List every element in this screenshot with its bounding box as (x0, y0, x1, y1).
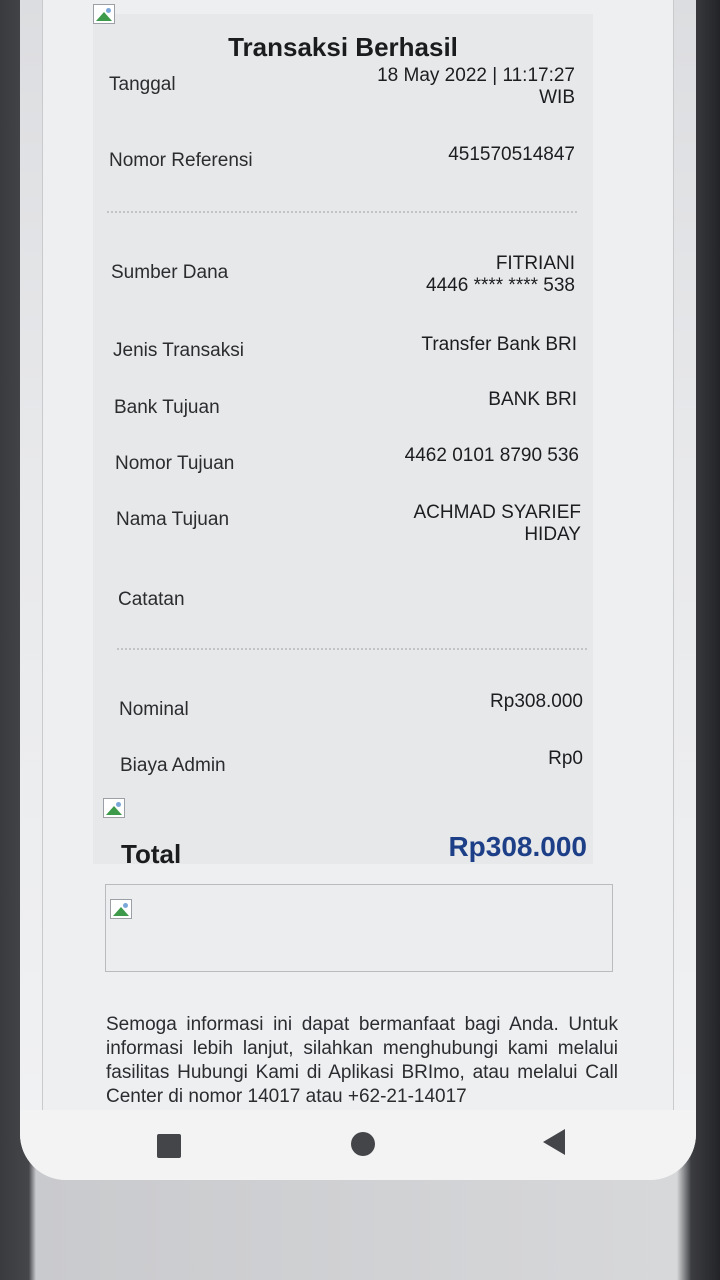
page-title: Transaksi Berhasil (228, 32, 458, 62)
triangle-back-icon (543, 1129, 565, 1155)
nama-tujuan-label: Nama Tujuan (116, 509, 230, 530)
tanggal-value-date: 18 May 2022 | 11:17:27 (377, 65, 575, 86)
biaya-admin-value: Rp0 (548, 748, 583, 769)
square-icon (157, 1134, 181, 1158)
receipt-card: Transaksi Berhasil Tanggal 18 May 2022 |… (93, 4, 593, 869)
header-image-placeholder-icon (93, 4, 115, 24)
jenis-transaksi-value: Transfer Bank BRI (421, 334, 577, 355)
sumber-dana-value: FITRIANI 4446 **** **** 538 (275, 253, 575, 297)
total-label: Total (121, 839, 182, 869)
nomor-tujuan-value: 4462 0101 8790 536 (404, 445, 579, 466)
banner-image-box (105, 884, 613, 972)
sumber-dana-label: Sumber Dana (111, 262, 229, 283)
tanggal-value-zone: WIB (539, 87, 575, 108)
home-button[interactable] (335, 1116, 391, 1172)
total-value: Rp308.000 (448, 831, 587, 862)
back-button[interactable] (526, 1114, 582, 1170)
tanggal-label: Tanggal (109, 74, 176, 95)
circle-icon (351, 1132, 375, 1156)
divider-image-placeholder-icon (103, 798, 125, 818)
nama-tujuan-line2: HIDAY (524, 524, 581, 545)
catatan-label: Catatan (118, 589, 185, 610)
biaya-admin-label: Biaya Admin (120, 755, 226, 776)
bank-tujuan-value: BANK BRI (488, 389, 577, 410)
nama-tujuan-line1: ACHMAD SYARIEF (413, 502, 581, 523)
screen: Transaksi Berhasil Tanggal 18 May 2022 |… (20, 0, 696, 1180)
system-navigation-bar (20, 1110, 696, 1180)
footer-info-text: Semoga informasi ini dapat bermanfaat ba… (106, 1014, 618, 1107)
sumber-dana-name: FITRIANI (495, 253, 575, 274)
recents-button[interactable] (141, 1118, 197, 1174)
banner-image-placeholder-icon (110, 899, 132, 919)
nominal-label: Nominal (119, 699, 189, 720)
section-divider-2 (117, 648, 587, 650)
nominal-value: Rp308.000 (490, 691, 583, 712)
nomor-tujuan-label: Nomor Tujuan (115, 453, 235, 474)
bank-tujuan-label: Bank Tujuan (114, 397, 220, 418)
section-divider (107, 211, 577, 213)
tanggal-value: 18 May 2022 | 11:17:27 WIB (275, 65, 575, 109)
referensi-value: 451570514847 (448, 144, 575, 165)
sumber-dana-account: 4446 **** **** 538 (426, 275, 575, 296)
referensi-label: Nomor Referensi (109, 150, 253, 171)
jenis-transaksi-label: Jenis Transaksi (113, 340, 244, 361)
nama-tujuan-value: ACHMAD SYARIEF HIDAY (281, 502, 581, 546)
